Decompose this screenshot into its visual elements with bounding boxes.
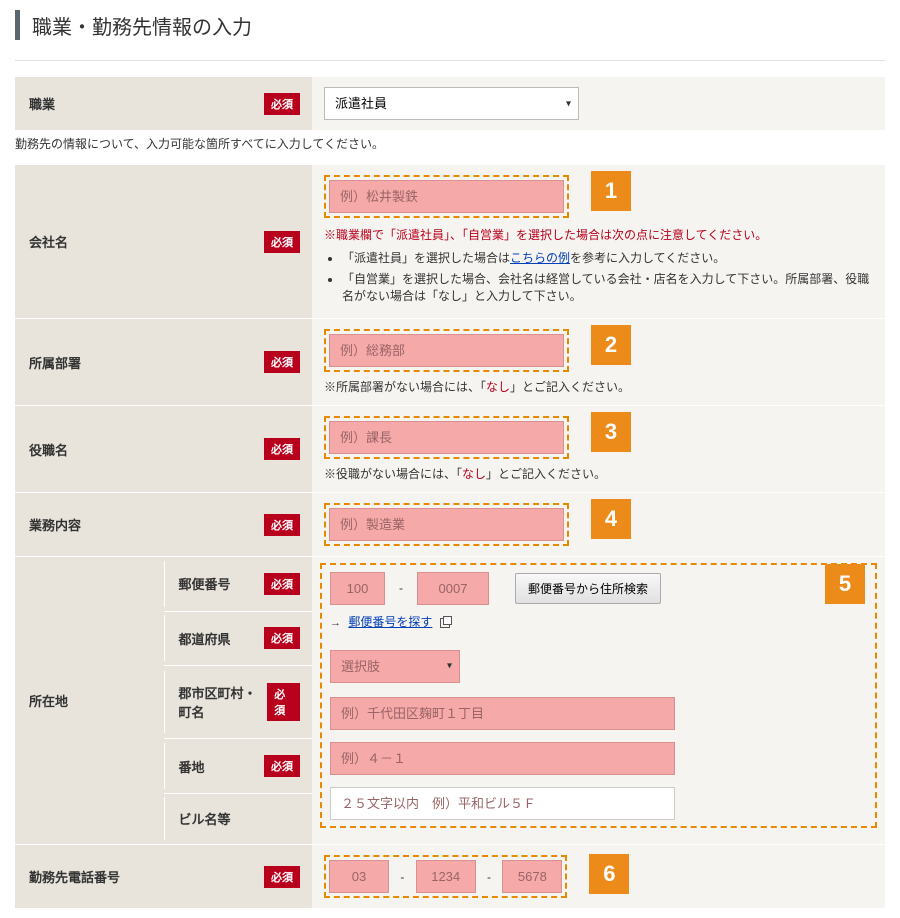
required-badge: 必須	[264, 866, 300, 888]
phone-input-1[interactable]	[329, 860, 389, 893]
dash: -	[399, 581, 403, 595]
occupation-select-wrap: 派遣社員 ▾	[324, 87, 579, 120]
banchi-label: 番地	[179, 757, 205, 776]
company-name-highlight: 1	[324, 175, 569, 218]
required-badge: 必須	[267, 683, 300, 721]
occupation-select[interactable]: 派遣社員	[324, 87, 579, 120]
badge-4: 4	[591, 499, 631, 539]
department-highlight: 2	[324, 329, 569, 372]
phone-highlight: - - 6	[324, 855, 567, 898]
position-highlight: 3	[324, 416, 569, 459]
building-label: ビル名等	[179, 809, 231, 828]
required-badge: 必須	[264, 573, 300, 595]
department-note: ※所属部署がない場合には、「なし」とご記入ください。	[324, 378, 873, 395]
city-label: 郡市区町村・町名	[179, 683, 268, 721]
job-content-label: 業務内容	[29, 515, 81, 534]
required-badge: 必須	[264, 514, 300, 536]
badge-3: 3	[591, 412, 631, 452]
required-badge: 必須	[264, 627, 300, 649]
postal-search-button[interactable]: 郵便番号から住所検索	[515, 573, 661, 604]
required-badge: 必須	[264, 438, 300, 460]
address-group-label: 所在地	[15, 557, 164, 845]
required-badge: 必須	[264, 93, 300, 115]
company-name-input[interactable]	[329, 180, 564, 213]
company-bullets: 「派遣社員」を選択した場合はこちらの例を参考に入力してください。 「自営業」を選…	[324, 249, 873, 304]
badge-5: 5	[825, 564, 865, 604]
instruction-text: 勤務先の情報について、入力可能な箇所すべてに入力してください。	[15, 135, 885, 152]
address-highlight: 5 - 郵便番号から住所検索 → 郵便番号を探す	[320, 563, 877, 828]
postal-label: 郵便番号	[179, 574, 231, 593]
job-content-input[interactable]	[329, 508, 564, 541]
department-input[interactable]	[329, 334, 564, 367]
occupation-table: 職業 必須 派遣社員 ▾	[15, 76, 885, 130]
arrow-right-icon: →	[330, 617, 341, 629]
required-badge: 必須	[264, 231, 300, 253]
building-input[interactable]	[330, 787, 675, 820]
company-bullet-1: 「派遣社員」を選択した場合はこちらの例を参考に入力してください。	[342, 249, 873, 266]
phone-input-3[interactable]	[502, 860, 562, 893]
badge-2: 2	[591, 325, 631, 365]
phone-input-2[interactable]	[416, 860, 476, 893]
title-accent	[15, 10, 20, 40]
position-input[interactable]	[329, 421, 564, 454]
workplace-table: 会社名 必須 1 ※職業欄で「派遣社員」、「自営業」を選択した場合は次の点に注意…	[15, 164, 885, 908]
external-link-icon	[440, 618, 450, 628]
postal-input-2[interactable]	[417, 572, 489, 605]
department-label: 所属部署	[29, 353, 81, 372]
phone-label: 勤務先電話番号	[29, 867, 120, 886]
position-label: 役職名	[29, 440, 68, 459]
page-title-bar: 職業・勤務先情報の入力	[15, 10, 885, 40]
position-note: ※役職がない場合には、「なし」とご記入ください。	[324, 465, 873, 482]
find-postal-link[interactable]: 郵便番号を探す	[348, 615, 432, 629]
company-example-link[interactable]: こちらの例	[510, 251, 570, 265]
city-input[interactable]	[330, 697, 675, 730]
prefecture-select[interactable]: 選択肢	[330, 650, 460, 683]
banchi-input[interactable]	[330, 742, 675, 775]
dash: -	[487, 870, 491, 884]
badge-6: 6	[589, 854, 629, 894]
badge-1: 1	[591, 171, 631, 211]
required-badge: 必須	[264, 351, 300, 373]
divider	[15, 60, 885, 61]
postal-input-1[interactable]	[330, 572, 385, 605]
prefecture-label: 都道府県	[179, 629, 231, 648]
company-bullet-2: 「自営業」を選択した場合、会社名は経営している会社・店名を入力して下さい。所属部…	[342, 270, 873, 304]
company-name-label: 会社名	[29, 232, 68, 251]
find-zip-row: → 郵便番号を探す	[330, 613, 867, 630]
prefecture-select-wrap: 選択肢 ▾	[330, 650, 460, 683]
occupation-label: 職業	[29, 94, 55, 113]
required-badge: 必須	[264, 755, 300, 777]
company-warn: ※職業欄で「派遣社員」、「自営業」を選択した場合は次の点に注意してください。	[324, 226, 873, 243]
dash: -	[400, 870, 404, 884]
page-title: 職業・勤務先情報の入力	[32, 11, 252, 40]
job-content-highlight: 4	[324, 503, 569, 546]
